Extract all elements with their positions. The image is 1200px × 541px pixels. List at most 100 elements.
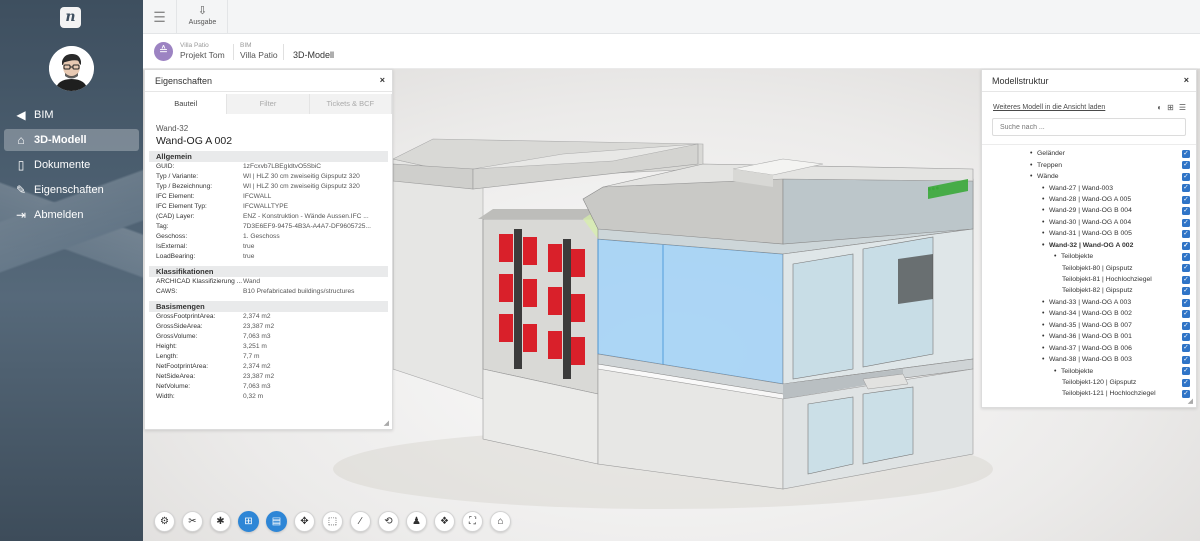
sidebar-nav: ◀ BIM ⌂ 3D-Modell ▯ Dokumente ✎ Eigensch… [4, 104, 139, 229]
section-box-tool-button[interactable]: ⬚ [322, 511, 343, 532]
export-button[interactable]: ⇩ Ausgabe [178, 0, 228, 34]
orbit-tool-button[interactable]: ⟲ [378, 511, 399, 532]
visibility-checkbox[interactable]: ✓ [1182, 161, 1190, 170]
properties-panel-title: Eigenschaften [155, 75, 213, 86]
tab-tickets-bcf[interactable]: Tickets & BCF [310, 94, 392, 114]
tab-filter[interactable]: Filter [227, 94, 310, 114]
tree-item[interactable]: Teilobjekt-80 | Gipsputz ✓ [982, 262, 1196, 273]
tools-tool-button[interactable]: ✂ [182, 511, 203, 532]
tree-item[interactable]: • Treppen ✓ [982, 159, 1196, 170]
tree-item[interactable]: • Teilobjekte ✓ [982, 365, 1196, 376]
tree-item[interactable]: • Wand-27 | Wand-003 ✓ [982, 182, 1196, 193]
sidebar-item-abmelden[interactable]: ⇥ Abmelden [4, 204, 139, 226]
tree-item[interactable]: • Wand-32 | Wand-OG A 002 ✓ [982, 240, 1196, 251]
tree-item[interactable]: • Wand-34 | Wand-OG B 002 ✓ [982, 308, 1196, 319]
properties-tool-button[interactable]: ▤ [266, 511, 287, 532]
tree-item[interactable]: • Wand-31 | Wand-OG B 005 ✓ [982, 228, 1196, 239]
model-tree-tool-button[interactable]: ⊞ [238, 511, 259, 532]
tree-item[interactable]: • Wand-37 | Wand-OG B 006 ✓ [982, 342, 1196, 353]
visibility-checkbox[interactable]: ✓ [1182, 230, 1190, 239]
bullet-icon: • [1042, 344, 1045, 352]
tree-item[interactable]: • Geländer ✓ [982, 148, 1196, 159]
visibility-checkbox[interactable]: ✓ [1182, 287, 1190, 296]
tab-bauteil[interactable]: Bauteil [145, 94, 228, 114]
visibility-checkbox[interactable]: ✓ [1182, 150, 1190, 158]
visibility-checkbox[interactable]: ✓ [1182, 355, 1190, 364]
visibility-checkbox[interactable]: ✓ [1182, 264, 1190, 273]
visibility-checkbox[interactable]: ✓ [1182, 218, 1190, 227]
explode-tool-button[interactable]: ❖ [434, 511, 455, 532]
properties-tabs: Bauteil Filter Tickets & BCF [145, 94, 392, 114]
breadcrumb-bim[interactable]: BIM Villa Patio [240, 42, 278, 60]
property-value: 7,063 m3 [243, 383, 271, 390]
visibility-checkbox[interactable]: ✓ [1182, 333, 1190, 341]
tree-item[interactable]: • Wand-38 | Wand-OG B 003 ✓ [982, 354, 1196, 365]
visibility-checkbox[interactable]: ✓ [1182, 195, 1190, 204]
tree-item[interactable]: • Wand-36 | Wand-OG B 001 ✓ [982, 331, 1196, 342]
visibility-checkbox[interactable]: ✓ [1182, 378, 1190, 387]
tree-item[interactable]: Teilobjekt-81 | Hochlochziegel ✓ [982, 274, 1196, 285]
tree-item[interactable]: • Wand-33 | Wand-OG A 003 ✓ [982, 297, 1196, 308]
tree-item-label: Teilobjekt-80 | Gipsputz [1062, 264, 1133, 272]
search-input[interactable] [992, 118, 1186, 136]
app-logo[interactable]: n [60, 7, 81, 28]
breadcrumb-project[interactable]: Villa Patio Projekt Tom [180, 42, 225, 60]
bullet-icon: • [1042, 195, 1045, 203]
properties-panel-header: Eigenschaften × [145, 70, 392, 92]
sidebar-item-3d-modell[interactable]: ⌂ 3D-Modell [4, 129, 139, 151]
visibility-checkbox[interactable]: ✓ [1182, 344, 1190, 353]
close-icon[interactable]: × [1184, 75, 1189, 85]
property-row: (CAD) Layer: ENZ - Konstruktion - Wände A… [149, 212, 388, 222]
property-key: GrossSideArea: [156, 323, 203, 330]
contrast-icon[interactable]: ◐ [1157, 103, 1162, 112]
visibility-checkbox[interactable]: ✓ [1182, 275, 1190, 284]
tree-item[interactable]: • Wand-28 | Wand-OG A 005 ✓ [982, 194, 1196, 205]
tree-item[interactable]: • Wand-30 | Wand-OG A 004 ✓ [982, 217, 1196, 228]
tree-item[interactable]: Teilobjekt-82 | Gipsputz ✓ [982, 285, 1196, 296]
fit-view-tool-button[interactable]: ⛶ [462, 511, 483, 532]
settings-tool-button[interactable]: ⚙ [154, 511, 175, 532]
resize-grip-icon[interactable]: ◢ [384, 419, 389, 427]
visibility-checkbox[interactable]: ✓ [1182, 321, 1190, 330]
visibility-checkbox[interactable]: ✓ [1182, 298, 1190, 307]
breadcrumb-current: 3D-Modell [293, 50, 335, 60]
visibility-checkbox[interactable]: ✓ [1182, 207, 1190, 216]
measure-tool-button[interactable]: ∕ [350, 511, 371, 532]
sidebar-item-dokumente[interactable]: ▯ Dokumente [4, 154, 139, 176]
settings-tool-icon: ⚙ [160, 516, 169, 527]
resize-grip-icon[interactable]: ◢ [1188, 397, 1193, 405]
home-tool-button[interactable]: ⌂ [490, 511, 511, 532]
first-person-tool-button[interactable]: ♟ [406, 511, 427, 532]
tree-item[interactable]: Teilobjekt-120 | Gipsputz ✓ [982, 377, 1196, 388]
tree-item-label: Wand-28 | Wand-OG A 005 [1049, 195, 1132, 203]
visibility-checkbox[interactable]: ✓ [1182, 241, 1190, 250]
close-icon[interactable]: × [380, 75, 385, 85]
visibility-checkbox[interactable]: ✓ [1182, 310, 1190, 319]
sidebar-item-eigenschaften[interactable]: ✎ Eigenschaften [4, 179, 139, 201]
section-header[interactable]: Basismengen [149, 301, 388, 312]
tree-item[interactable]: • Wände ✓ [982, 171, 1196, 182]
tree-item[interactable]: • Wand-29 | Wand-OG B 004 ✓ [982, 205, 1196, 216]
visibility-checkbox[interactable]: ✓ [1182, 367, 1190, 376]
breadcrumb-divider [283, 44, 284, 60]
visibility-checkbox[interactable]: ✓ [1182, 172, 1190, 181]
bug-tool-button[interactable]: ✱ [210, 511, 231, 532]
hierarchy-icon[interactable]: ⊞ [1167, 103, 1174, 112]
house-icon: ⌂ [17, 133, 25, 147]
visibility-checkbox[interactable]: ✓ [1182, 252, 1190, 261]
section-header[interactable]: Klassifikationen [149, 266, 388, 277]
property-row: Width: 0,32 m [149, 392, 388, 402]
tree-item-label: Teilobjekte [1061, 367, 1094, 375]
load-model-link[interactable]: Weiteres Modell in die Ansicht laden [993, 104, 1105, 111]
list-icon[interactable]: ☰ [1179, 103, 1186, 112]
tree-item[interactable]: • Teilobjekte ✓ [982, 251, 1196, 262]
hamburger-menu-button[interactable]: ☰ [143, 0, 177, 34]
visibility-checkbox[interactable]: ✓ [1182, 184, 1190, 193]
sidebar-item-bim[interactable]: ◀ BIM [4, 104, 139, 126]
measure-tool-icon: ∕ [359, 516, 362, 527]
avatar[interactable] [49, 46, 94, 91]
move-tool-button[interactable]: ✥ [294, 511, 315, 532]
section-header[interactable]: Allgemein [149, 151, 388, 162]
tree-item[interactable]: Teilobjekt-121 | Hochlochziegel ✓ [982, 388, 1196, 399]
tree-item[interactable]: • Wand-35 | Wand-OG B 007 ✓ [982, 320, 1196, 331]
